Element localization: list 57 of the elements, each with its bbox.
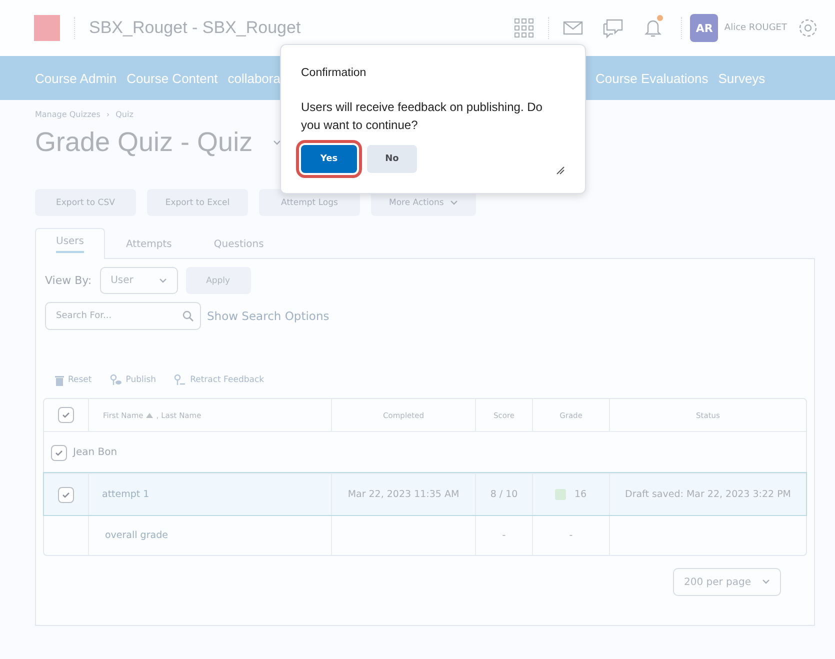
dialog-title: Confirmation [301, 67, 368, 79]
trash-icon [55, 374, 64, 386]
course-title: SBX_Rouget - SBX_Rouget [89, 18, 301, 38]
breadcrumb-link[interactable]: Manage Quizzes [35, 110, 100, 119]
search-field[interactable]: Search For... [45, 302, 201, 330]
toolbar-button[interactable]: Reset [55, 374, 92, 386]
key-eye-icon [110, 374, 122, 386]
nav-link[interactable]: Course Evaluations [595, 70, 708, 86]
table-cell: 16 [574, 489, 587, 500]
table-cell: Mar 22, 2023 11:35 AM [348, 489, 460, 500]
settings-icon[interactable] [797, 17, 819, 39]
view-by-label: View By: [45, 274, 92, 287]
nav-link[interactable]: Course Admin [35, 70, 117, 86]
tab[interactable]: Attempts [105, 228, 193, 259]
table-cell: 8 / 10 [490, 489, 518, 500]
user-avatar[interactable]: AR [690, 14, 718, 42]
toolbar-button[interactable]: Publish [110, 374, 156, 386]
user-name-cell: Jean Bon [73, 447, 118, 458]
chevron-icon [272, 140, 281, 146]
sort-up-icon [146, 412, 154, 418]
breadcrumb-separator: › [106, 110, 110, 119]
row-label[interactable]: attempt 1 [102, 489, 150, 500]
toolbar-button[interactable]: Retract Feedback [174, 374, 264, 386]
page-title: Grade Quiz - Quiz [35, 127, 253, 158]
view-by-select[interactable]: User [100, 267, 178, 294]
nav-link[interactable]: collabora [228, 70, 280, 86]
chevron-icon [158, 278, 167, 284]
nav-link[interactable]: Course Content [126, 70, 218, 86]
checkbox[interactable] [51, 444, 67, 460]
key-minus-icon [174, 374, 186, 386]
check-icon [54, 448, 64, 458]
action-button[interactable]: Export to CSV [35, 189, 136, 216]
chat-icon[interactable] [602, 17, 624, 39]
tab[interactable]: Users [35, 228, 106, 259]
row-label[interactable]: overall grade [105, 530, 168, 541]
dialog-button[interactable]: Yes [301, 145, 357, 173]
checkbox[interactable] [58, 486, 74, 502]
user-name[interactable]: Alice ROUGET [724, 23, 787, 33]
nav-link[interactable]: Surveys [718, 70, 766, 86]
dialog-message: Users will receive feedback on publishing. Do you want to continue? [301, 99, 544, 134]
apply-button[interactable]: Apply [186, 267, 251, 294]
checkbox[interactable] [58, 407, 74, 423]
chevron-icon [762, 579, 770, 585]
check-icon [61, 490, 71, 500]
page-size-select[interactable]: 200 per page [673, 568, 781, 596]
grid-icon[interactable] [513, 17, 536, 39]
tab[interactable]: Questions [192, 228, 285, 259]
table-cell: - [569, 530, 573, 541]
check-icon [61, 410, 71, 420]
search-options-link[interactable]: Show Search Options [207, 309, 330, 323]
search-icon [182, 310, 194, 322]
table-cell: - [502, 530, 506, 541]
table-cell: Draft saved: Mar 22, 2023 3:22 PM [625, 489, 791, 500]
breadcrumb-link[interactable]: Quiz [116, 110, 134, 119]
dialog-button[interactable]: No [367, 145, 417, 173]
action-button[interactable]: Export to Excel [147, 189, 248, 216]
resize-handle-icon[interactable] [556, 166, 565, 175]
